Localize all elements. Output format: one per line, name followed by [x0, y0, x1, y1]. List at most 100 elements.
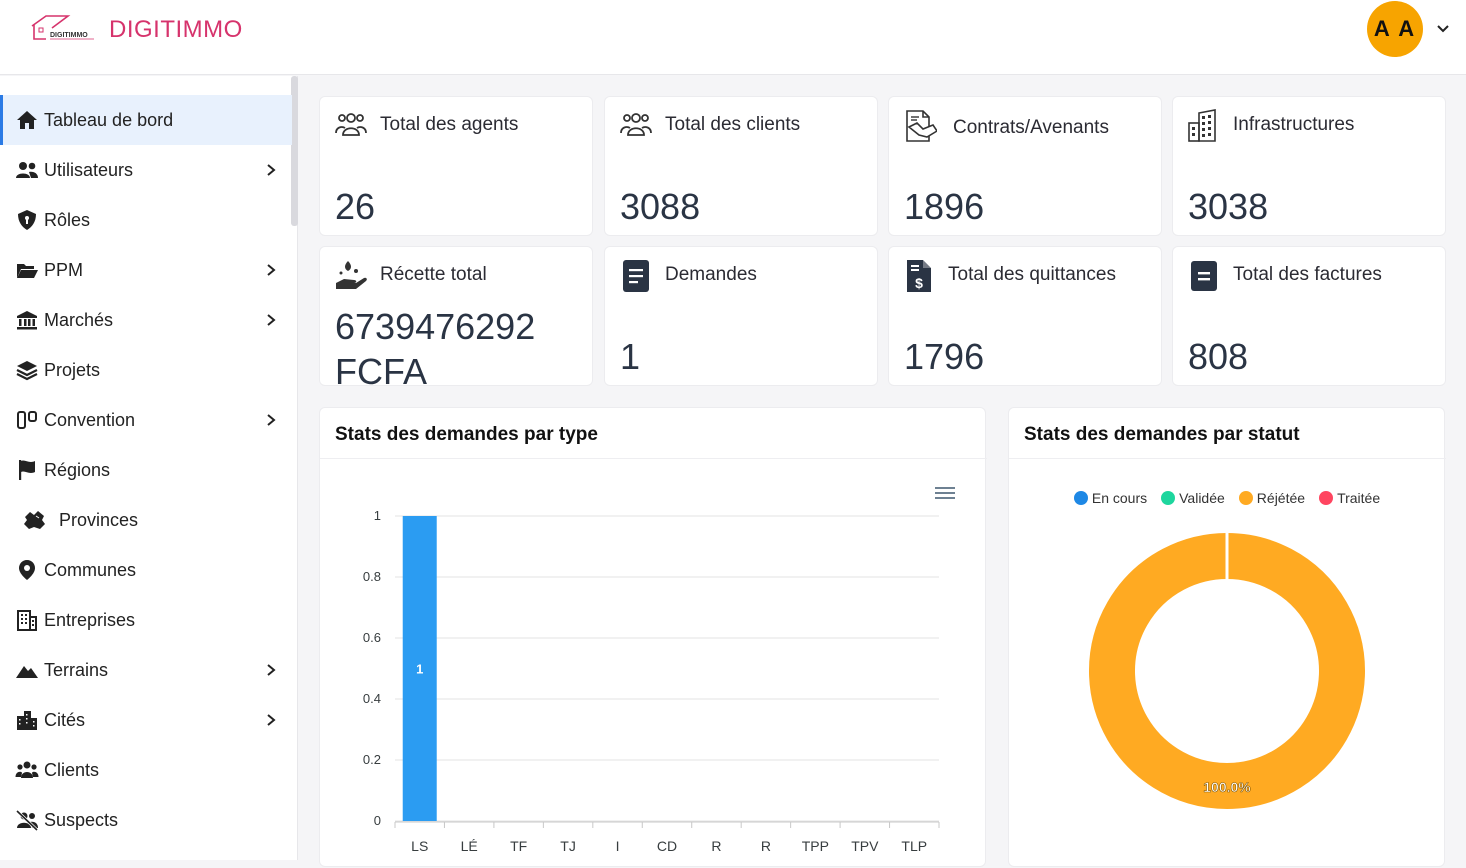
stat-card-recette-total[interactable]: Récette total 6739476292 FCFA: [319, 246, 593, 387]
donut-chart-panel: Stats des demandes par statut En cours Va…: [1008, 407, 1446, 867]
stat-card-value: 1896: [904, 186, 985, 227]
stat-card-title: Récette total: [380, 264, 487, 285]
folder-open-icon: [14, 257, 40, 283]
chevron-right-icon: [267, 414, 276, 426]
sidebar-item-label: PPM: [44, 259, 84, 280]
x-tick-label: I: [616, 838, 620, 854]
sidebar-item-label: Terrains: [44, 659, 109, 680]
user-avatar[interactable]: A A: [1367, 1, 1423, 57]
sidebar-item-label: Communes: [44, 559, 137, 580]
stat-card-value: 1796: [904, 336, 985, 377]
sidebar-item-entreprises[interactable]: Entreprises: [0, 595, 292, 645]
columns-icon: [14, 407, 40, 433]
stat-card-value: 3038: [1188, 186, 1269, 227]
chevron-right-icon: [267, 714, 276, 726]
sidebar-item-label: Suspects: [44, 809, 119, 830]
sidebar-item-ppm[interactable]: PPM: [0, 245, 292, 295]
chevron-down-icon[interactable]: [1434, 20, 1452, 38]
sidebar-item-utilisateurs[interactable]: Utilisateurs: [0, 145, 292, 195]
brand-name[interactable]: DIGITIMMO: [109, 16, 243, 44]
x-tick-label: LS: [411, 838, 428, 854]
sidebar-item-tableau-de-bord[interactable]: Tableau de bord: [0, 95, 292, 145]
sidebar-item-label: Provinces: [59, 509, 139, 530]
stat-card-currency: FCFA: [335, 351, 428, 387]
contract-icon: [906, 110, 937, 142]
y-tick-label: 1: [374, 508, 381, 523]
group-outline-icon: [620, 113, 652, 136]
bank-icon: [14, 307, 40, 333]
home-icon: [14, 107, 40, 133]
sidebar-item-label: Entreprises: [44, 609, 136, 630]
top-header: DIGITIMMO DIGITIMMO A A: [0, 0, 1466, 75]
stat-card-value: 3088: [620, 186, 701, 227]
bar-chart: 0 0.2 0.4 0.6 0.8 1 1 LS LÉ TF TJ I CD R R TPP TPV TLP: [363, 487, 955, 854]
layers-icon: [14, 357, 40, 383]
stat-card-infrastructures[interactable]: Infrastructures 3038: [1172, 96, 1446, 236]
sidebar-scrollbar[interactable]: [291, 76, 298, 226]
sidebar-item-regions[interactable]: Régions: [0, 445, 292, 495]
buildings-icon: [1188, 109, 1216, 142]
donut-slice[interactable]: [1089, 533, 1365, 809]
sidebar-item-suspects[interactable]: Suspects: [0, 795, 292, 845]
stat-card-title: Total des factures: [1233, 264, 1382, 285]
stat-card-value: 26: [335, 186, 376, 227]
y-tick-label: 0.2: [363, 752, 381, 767]
mountain-icon: [14, 657, 40, 683]
sidebar-item-projets[interactable]: Projets: [0, 345, 292, 395]
stat-card-title: Total des quittances: [948, 264, 1116, 285]
stat-card-title: Total des clients: [665, 114, 801, 135]
sidebar-item-communes[interactable]: Communes: [0, 545, 292, 595]
bar-chart-panel: Stats des demandes par type 0 0.2 0.4 0.6 0.…: [319, 407, 987, 867]
brand-logo[interactable]: DIGITIMMO: [28, 12, 96, 42]
sidebar-item-marches[interactable]: Marchés: [0, 295, 292, 345]
stat-card-contrats-avenants[interactable]: Contrats/Avenants 1896: [888, 96, 1162, 236]
x-tick-label: TJ: [560, 838, 576, 854]
x-tick-label: TLP: [901, 838, 927, 854]
sidebar-item-cites[interactable]: Cités: [0, 695, 292, 745]
y-tick-label: 0.6: [363, 630, 381, 645]
svg-text:$: $: [915, 275, 923, 291]
sidebar-item-provinces[interactable]: Provinces: [0, 495, 292, 545]
invoice-dollar-icon: $: [907, 260, 931, 292]
chevron-right-icon: [267, 314, 276, 326]
chevron-right-icon: [267, 264, 276, 276]
chart-menu-icon[interactable]: [935, 487, 955, 499]
flag-icon: [14, 457, 40, 483]
sidebar-item-label: Régions: [44, 459, 111, 480]
stat-card-value: 6739476292: [335, 306, 536, 347]
x-tick-label: TPV: [851, 838, 879, 854]
stat-card-value: 1: [620, 336, 641, 377]
shield-icon: [14, 207, 40, 233]
stat-card-title: Total des agents: [380, 114, 519, 135]
stat-card-total-des-quittances[interactable]: $ Total des quittances 1796: [888, 246, 1162, 386]
stat-card-total-des-agents[interactable]: Total des agents 26: [319, 96, 593, 236]
sidebar: Tableau de bord Utilisateurs Rôles PPM March…: [0, 76, 298, 860]
sidebar-item-convention[interactable]: Convention: [0, 395, 292, 445]
y-tick-label: 0.4: [363, 691, 381, 706]
users-icon: [14, 157, 40, 183]
sidebar-item-roles[interactable]: Rôles: [0, 195, 292, 245]
map-icon: [14, 507, 54, 533]
hand-money-icon: [336, 261, 367, 289]
sidebar-item-clients[interactable]: Clients: [0, 745, 292, 795]
x-tick-label: TF: [510, 838, 527, 854]
group-outline-icon: [335, 113, 367, 136]
sidebar-item-label: Projets: [44, 359, 101, 380]
x-tick-label: TPP: [802, 838, 829, 854]
stat-card-total-des-factures[interactable]: Total des factures 808: [1172, 246, 1446, 386]
sidebar-item-terrains[interactable]: Terrains: [0, 645, 292, 695]
sidebar-item-label: Marchés: [44, 309, 114, 330]
y-tick-label: 0: [374, 813, 381, 828]
building-icon: [14, 607, 40, 633]
x-tick-label: R: [711, 838, 721, 854]
donut-data-label: 100.0%: [1203, 779, 1251, 795]
x-tick-label: R: [761, 838, 771, 854]
stat-card-demandes[interactable]: Demandes 1: [604, 246, 878, 386]
invoice-icon: [1191, 261, 1217, 291]
bar-data-label: 1: [416, 662, 423, 677]
stat-card-total-des-clients[interactable]: Total des clients 3088: [604, 96, 878, 236]
stat-card-title: Infrastructures: [1233, 114, 1355, 135]
sidebar-item-label: Convention: [44, 409, 136, 430]
chevron-right-icon: [267, 664, 276, 676]
donut-chart: 100.0%: [1089, 532, 1365, 809]
